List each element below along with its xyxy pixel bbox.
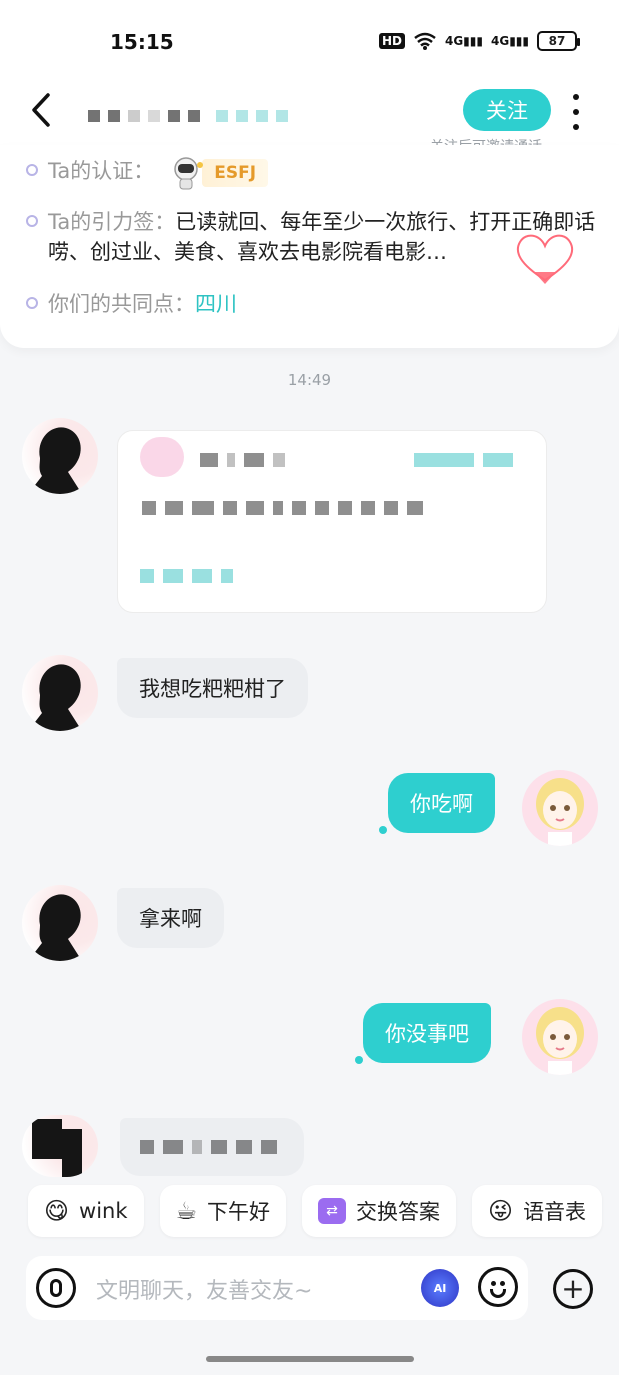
microphone-icon bbox=[50, 1279, 62, 1297]
cartoon-girl-icon bbox=[536, 1007, 584, 1075]
wink-emoji-icon: 😋 bbox=[44, 1197, 70, 1225]
esfj-badge[interactable]: ESFJ bbox=[164, 155, 269, 191]
voice-emoji-icon: 😜 bbox=[488, 1197, 514, 1225]
cert-row: Ta的认证： ESFJ bbox=[26, 155, 269, 191]
chevron-left-icon bbox=[32, 93, 50, 127]
contact-name-blurred bbox=[88, 110, 288, 122]
swap-icon: ⇄ bbox=[318, 1198, 347, 1224]
person-silhouette-icon bbox=[28, 427, 82, 494]
card-title-blurred bbox=[200, 453, 513, 467]
contact-avatar[interactable] bbox=[22, 655, 98, 731]
message-status-dot bbox=[379, 826, 387, 834]
card-footer-blurred bbox=[140, 569, 233, 583]
ai-assistant-button[interactable]: AI bbox=[421, 1269, 459, 1307]
person-silhouette-icon bbox=[28, 894, 82, 961]
contact-avatar[interactable] bbox=[22, 885, 98, 961]
bullet-icon bbox=[26, 215, 38, 227]
message-bubble-received-blurred[interactable] bbox=[120, 1118, 304, 1176]
card-thumbnail bbox=[140, 437, 184, 477]
quick-reply-label: wink bbox=[79, 1199, 128, 1223]
home-indicator[interactable] bbox=[206, 1356, 414, 1362]
follow-button[interactable]: 关注 bbox=[463, 89, 551, 131]
status-icons: HD 4G▮▮▮ 4G▮▮▮ 87 bbox=[378, 31, 580, 51]
message-bubble-received[interactable]: 我想吃粑粑柑了 bbox=[117, 658, 308, 718]
hd-icon: HD bbox=[378, 33, 405, 49]
status-time: 15:15 bbox=[110, 30, 174, 54]
emoji-button[interactable] bbox=[478, 1267, 518, 1307]
signal-label-1: 4G bbox=[444, 34, 464, 48]
bullet-icon bbox=[26, 297, 38, 309]
signal-label-2: 4G bbox=[490, 34, 510, 48]
person-silhouette-icon bbox=[28, 664, 82, 731]
smile-icon bbox=[490, 1289, 506, 1298]
common-value[interactable]: 四川 bbox=[195, 288, 237, 318]
message-bubble-sent[interactable]: 你没事吧 bbox=[363, 1003, 491, 1063]
wifi-icon bbox=[414, 32, 436, 50]
quick-reply-chip[interactable]: ☕ 下午好 bbox=[159, 1185, 287, 1237]
signal-icon-1: 4G▮▮▮ bbox=[444, 34, 483, 48]
voice-input-button[interactable] bbox=[36, 1268, 76, 1308]
quick-reply-chip[interactable]: ⇄ 交换答案 bbox=[302, 1185, 457, 1237]
blurred-text bbox=[140, 1140, 277, 1154]
message-status-dot bbox=[355, 1056, 363, 1064]
cert-label: Ta的认证： bbox=[48, 159, 155, 183]
message-bubble-received[interactable]: 拿来啊 bbox=[117, 888, 224, 948]
back-button[interactable] bbox=[28, 92, 58, 132]
chat-timestamp: 14:49 bbox=[287, 371, 332, 389]
quick-reply-chip[interactable]: 😜 语音表 bbox=[472, 1185, 603, 1237]
battery-icon: 87 bbox=[537, 31, 580, 51]
add-more-button[interactable]: + bbox=[553, 1269, 593, 1309]
cartoon-girl-icon bbox=[536, 778, 584, 846]
common-label: 你们的共同点： bbox=[48, 292, 195, 316]
astronaut-icon bbox=[174, 157, 204, 190]
quick-reply-label: 交换答案 bbox=[356, 1200, 441, 1224]
quick-reply-label: 语音表 bbox=[523, 1200, 587, 1224]
my-avatar[interactable] bbox=[522, 999, 598, 1075]
my-avatar[interactable] bbox=[522, 770, 598, 846]
message-bubble-sent[interactable]: 你吃啊 bbox=[388, 773, 495, 833]
contact-avatar[interactable] bbox=[22, 418, 98, 494]
quick-reply-label: 下午好 bbox=[207, 1200, 271, 1224]
person-silhouette-icon bbox=[32, 1119, 82, 1177]
esfj-badge-label: ESFJ bbox=[202, 159, 269, 187]
heart-icon[interactable] bbox=[510, 228, 580, 288]
bullet-icon bbox=[26, 164, 38, 176]
message-input-bar: 文明聊天，友善交友~ AI bbox=[26, 1256, 528, 1320]
tags-label: Ta的引力签： bbox=[48, 210, 176, 234]
contact-avatar[interactable] bbox=[22, 1115, 98, 1177]
coffee-icon: ☕ bbox=[175, 1197, 198, 1225]
message-input[interactable]: 文明聊天，友善交友~ bbox=[96, 1273, 312, 1305]
shared-card-message[interactable] bbox=[117, 430, 547, 613]
card-body-blurred bbox=[142, 501, 423, 515]
common-row: 你们的共同点： 四川 bbox=[26, 288, 237, 318]
more-dot-icon bbox=[573, 94, 579, 100]
quick-reply-bar: 😋 wink ☕ 下午好 ⇄ 交换答案 😜 语音表 bbox=[28, 1185, 603, 1237]
more-dot-icon bbox=[573, 109, 579, 115]
quick-reply-chip[interactable]: 😋 wink bbox=[28, 1185, 144, 1237]
status-bar: 15:15 HD 4G▮▮▮ 4G▮▮▮ 87 bbox=[0, 0, 619, 80]
more-options-button[interactable] bbox=[568, 94, 584, 130]
more-dot-icon bbox=[573, 124, 579, 130]
signal-icon-2: 4G▮▮▮ bbox=[490, 34, 529, 48]
